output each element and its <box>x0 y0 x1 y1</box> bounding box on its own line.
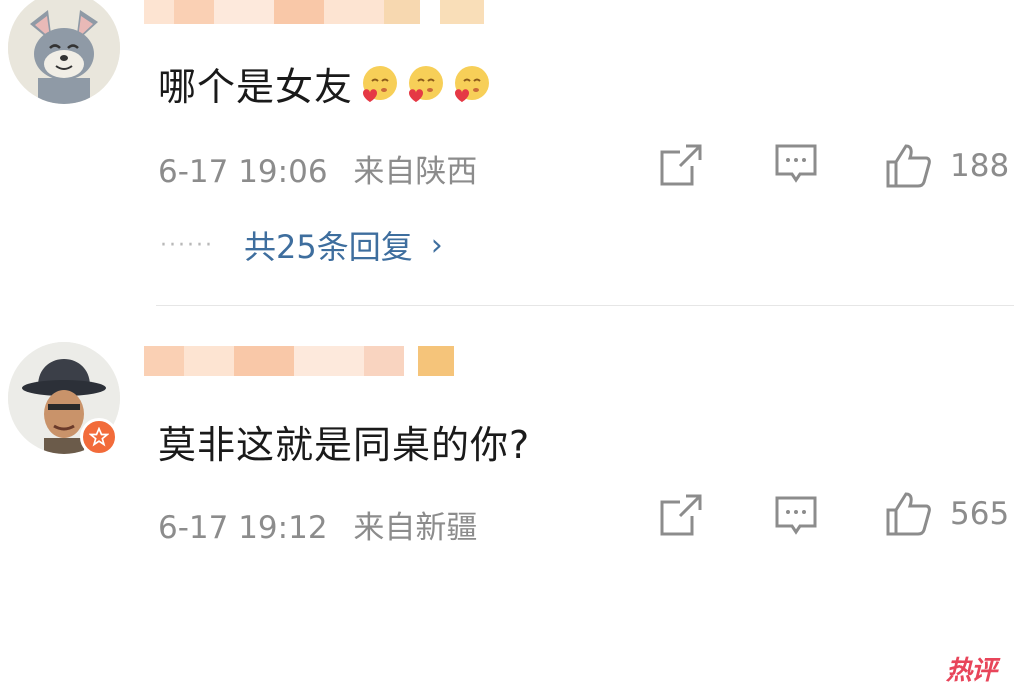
smiling-heart-emoji <box>455 65 490 102</box>
username-blurred[interactable] <box>144 346 454 376</box>
comment-item: 热评 莫非这就是同桌的你? 6-17 19:12 来自新疆 <box>0 306 1014 686</box>
comment-time: 6-17 19:06 <box>158 154 328 190</box>
cartoon-cat-avatar <box>8 0 120 104</box>
share-button[interactable] <box>658 142 704 188</box>
comment-icon <box>775 144 817 183</box>
like-count: 188 <box>950 148 1010 184</box>
star-badge-icon <box>89 427 109 447</box>
comment-icon <box>775 496 817 535</box>
comment-meta: 6-17 19:12 来自新疆 <box>158 502 477 547</box>
comment-time: 6-17 19:12 <box>158 510 328 546</box>
replies-link[interactable]: ······ 共25条回复 › <box>160 222 443 268</box>
like-button[interactable]: 188 <box>884 142 1009 190</box>
chevron-right-icon: › <box>430 227 443 263</box>
share-icon <box>660 144 702 186</box>
username-blurred[interactable] <box>144 0 484 24</box>
comment-location: 来自陕西 <box>353 154 478 190</box>
like-count: 565 <box>950 496 1010 532</box>
smiling-heart-emoji <box>363 65 398 102</box>
replies-dots: ······ <box>160 232 214 258</box>
comment-button[interactable] <box>774 142 818 186</box>
replies-count: 共25条回复 <box>243 228 413 266</box>
comment-text: 哪个是女友 <box>158 56 491 111</box>
comment-item: 哪个是女友 6-17 19:06 来自陕西 188 ······ 共25条回复 … <box>0 0 1014 300</box>
hot-comment-badge: 热评 <box>945 656 997 686</box>
like-button[interactable]: 565 <box>884 490 1009 538</box>
share-icon <box>660 494 702 536</box>
user-avatar[interactable] <box>8 0 120 104</box>
smiling-heart-emoji <box>409 65 444 102</box>
comment-button[interactable] <box>774 494 818 538</box>
comment-meta: 6-17 19:06 来自陕西 <box>158 146 477 191</box>
share-button[interactable] <box>658 492 704 538</box>
thumbs-up-icon <box>886 144 931 188</box>
verified-badge <box>80 418 118 456</box>
comment-location: 来自新疆 <box>353 510 478 546</box>
thumbs-up-icon <box>886 492 931 536</box>
comment-text: 莫非这就是同桌的你? <box>158 423 531 467</box>
